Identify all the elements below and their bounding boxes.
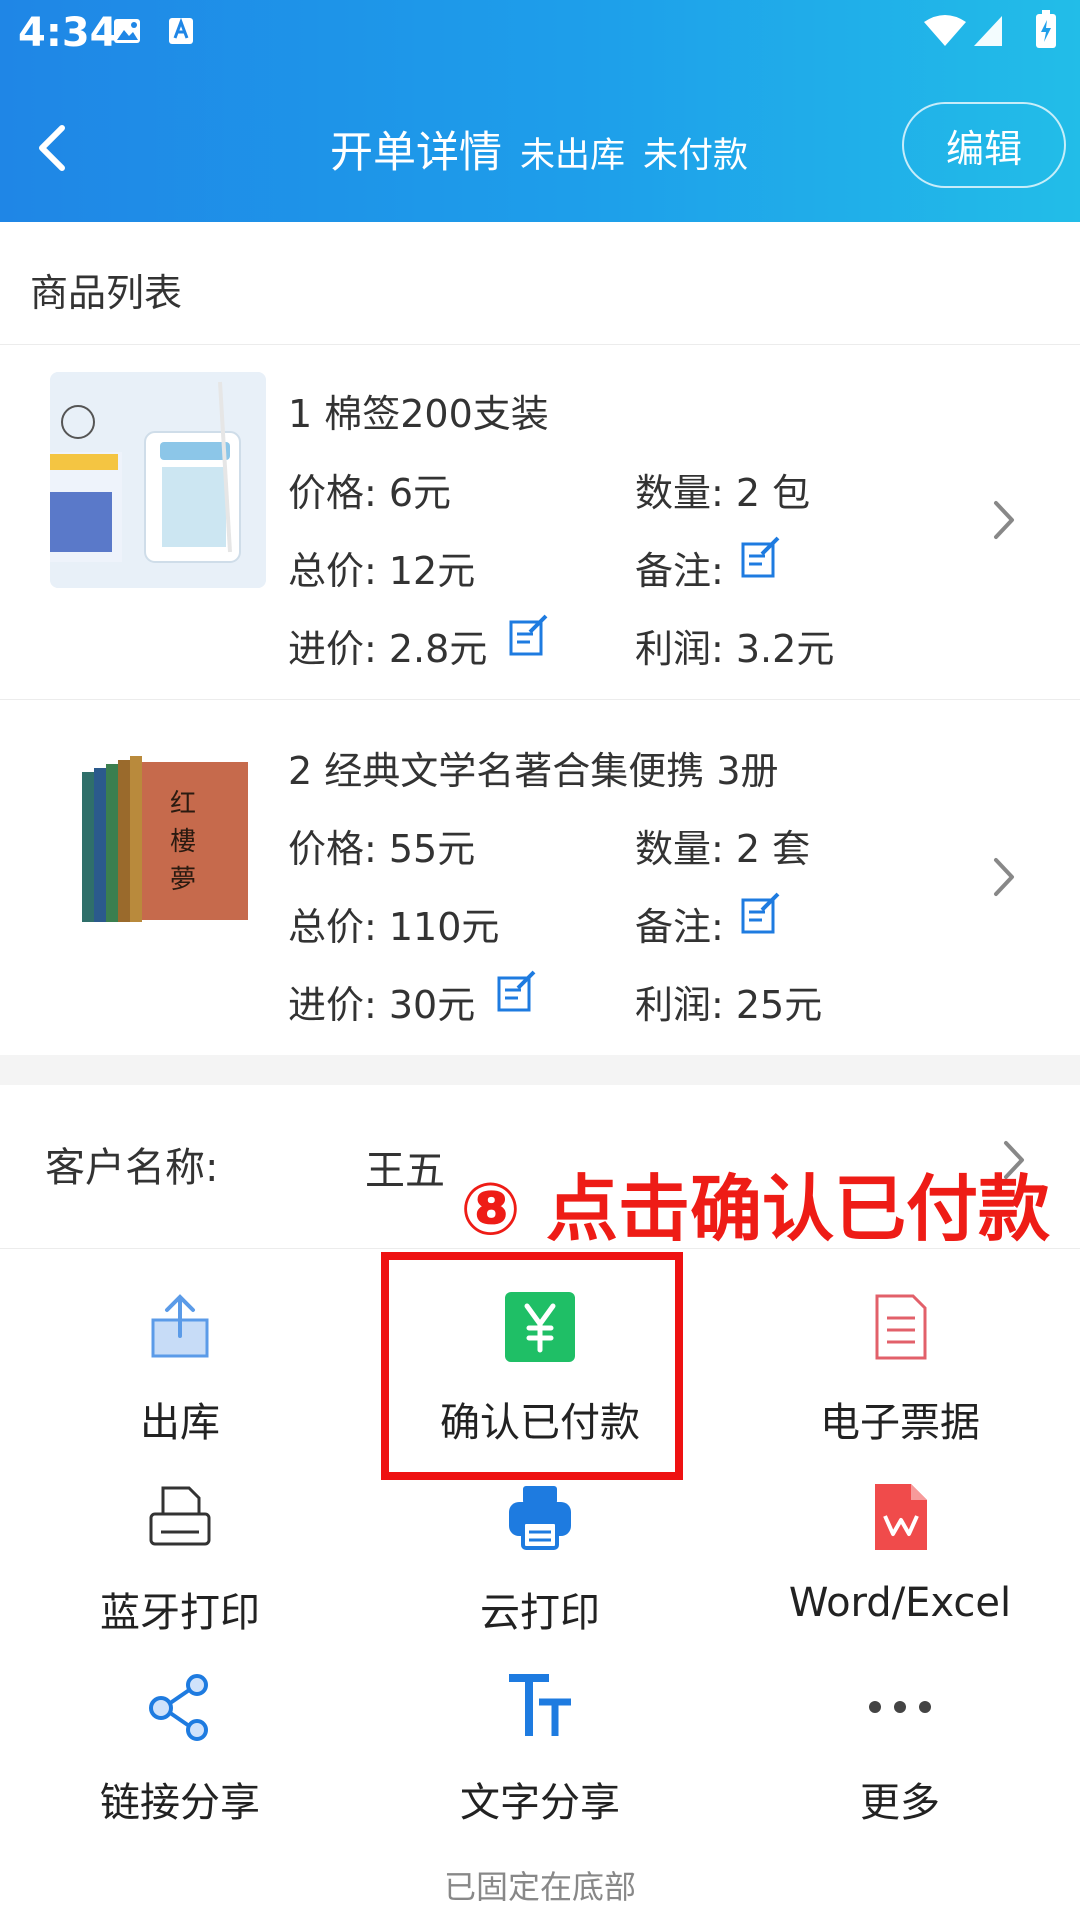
e-receipt-label: 电子票据: [820, 1400, 980, 1446]
outbound-status: 未出库: [520, 136, 626, 176]
outbound-label: 出库: [140, 1400, 220, 1446]
cloud-print-label: 云打印: [480, 1590, 600, 1636]
product-name: 2 经典文学名著合集便携 3册: [288, 749, 779, 793]
text-tt-icon: [509, 1674, 571, 1736]
product-price: 价格: 6元: [288, 471, 452, 515]
chevron-right-icon[interactable]: [990, 495, 1020, 545]
product-note-label: 备注:: [635, 549, 724, 593]
page-title: 开单详情: [330, 128, 502, 178]
outbound-action[interactable]: 出库: [15, 1292, 345, 1462]
chevron-right-icon[interactable]: [990, 852, 1020, 902]
cloud-print-action[interactable]: 云打印: [375, 1482, 705, 1652]
product-cost: 进价: 2.8元: [288, 627, 488, 671]
payment-status: 未付款: [643, 136, 749, 176]
customer-label: 客户名称:: [45, 1145, 219, 1191]
product-profit: 利润: 3.2元: [635, 627, 835, 671]
section-gap: [0, 1055, 1080, 1085]
product-quantity: 数量: 2 包: [635, 471, 811, 515]
word-excel-label: Word/Excel: [788, 1580, 1012, 1626]
text-share-label: 文字分享: [460, 1780, 620, 1826]
text-share-action[interactable]: 文字分享: [375, 1672, 705, 1842]
edit-button[interactable]: 编辑: [902, 102, 1066, 188]
page-title-group: 开单详情 未出库 未付款: [330, 118, 748, 180]
status-time: 4:34: [18, 10, 118, 56]
product-profit: 利润: 25元: [635, 983, 823, 1027]
back-button[interactable]: [28, 120, 78, 176]
product-total: 总价: 110元: [288, 905, 500, 949]
cloud-printer-icon: [509, 1486, 571, 1550]
more-label: 更多: [860, 1780, 940, 1826]
edit-cost-icon[interactable]: [496, 970, 538, 1014]
book-set-product-image: 红 樓 夢: [50, 732, 266, 948]
product-quantity: 数量: 2 套: [635, 827, 811, 871]
cotton-swab-product-image: [50, 372, 266, 588]
svg-text:樓: 樓: [170, 827, 196, 857]
document-icon: [875, 1294, 927, 1360]
highlight-box: [381, 1252, 683, 1480]
product-total: 总价: 12元: [288, 549, 476, 593]
pinned-bottom-note: 已固定在底部: [443, 1868, 636, 1906]
gallery-icon: [114, 19, 140, 43]
edit-note-icon[interactable]: [740, 536, 782, 580]
goods-section-title: 商品列表: [30, 271, 183, 315]
printer-outline-icon: [149, 1486, 211, 1546]
wifi-icon: [924, 15, 966, 46]
product-cost: 进价: 30元: [288, 983, 476, 1027]
battery-icon: [1036, 10, 1056, 48]
svg-text:红: 红: [170, 789, 196, 819]
more-action[interactable]: 更多: [735, 1672, 1065, 1842]
e-receipt-action[interactable]: 电子票据: [735, 1292, 1065, 1462]
bluetooth-print-label: 蓝牙打印: [100, 1590, 260, 1636]
wps-file-icon: [875, 1484, 927, 1550]
link-share-action[interactable]: 链接分享: [15, 1672, 345, 1842]
product-price: 价格: 55元: [288, 827, 476, 871]
more-dots-icon: [869, 1701, 931, 1713]
link-share-label: 链接分享: [100, 1780, 260, 1826]
product-note-label: 备注:: [635, 905, 724, 949]
tutorial-annotation: ⑧ 点击确认已付款: [460, 1167, 1051, 1251]
customer-name: 王五: [365, 1148, 445, 1194]
svg-text:夢: 夢: [170, 865, 196, 895]
signal-icon: [974, 16, 1002, 46]
share-nodes-icon: [149, 1674, 208, 1741]
text-a-icon: [169, 17, 193, 44]
word-excel-action[interactable]: Word/Excel: [735, 1482, 1065, 1652]
bluetooth-print-action[interactable]: 蓝牙打印: [15, 1482, 345, 1652]
share-upload-icon: [151, 1294, 209, 1358]
edit-cost-icon[interactable]: [508, 614, 550, 658]
product-name: 1 棉签200支装: [288, 392, 549, 436]
edit-note-icon[interactable]: [740, 892, 782, 936]
